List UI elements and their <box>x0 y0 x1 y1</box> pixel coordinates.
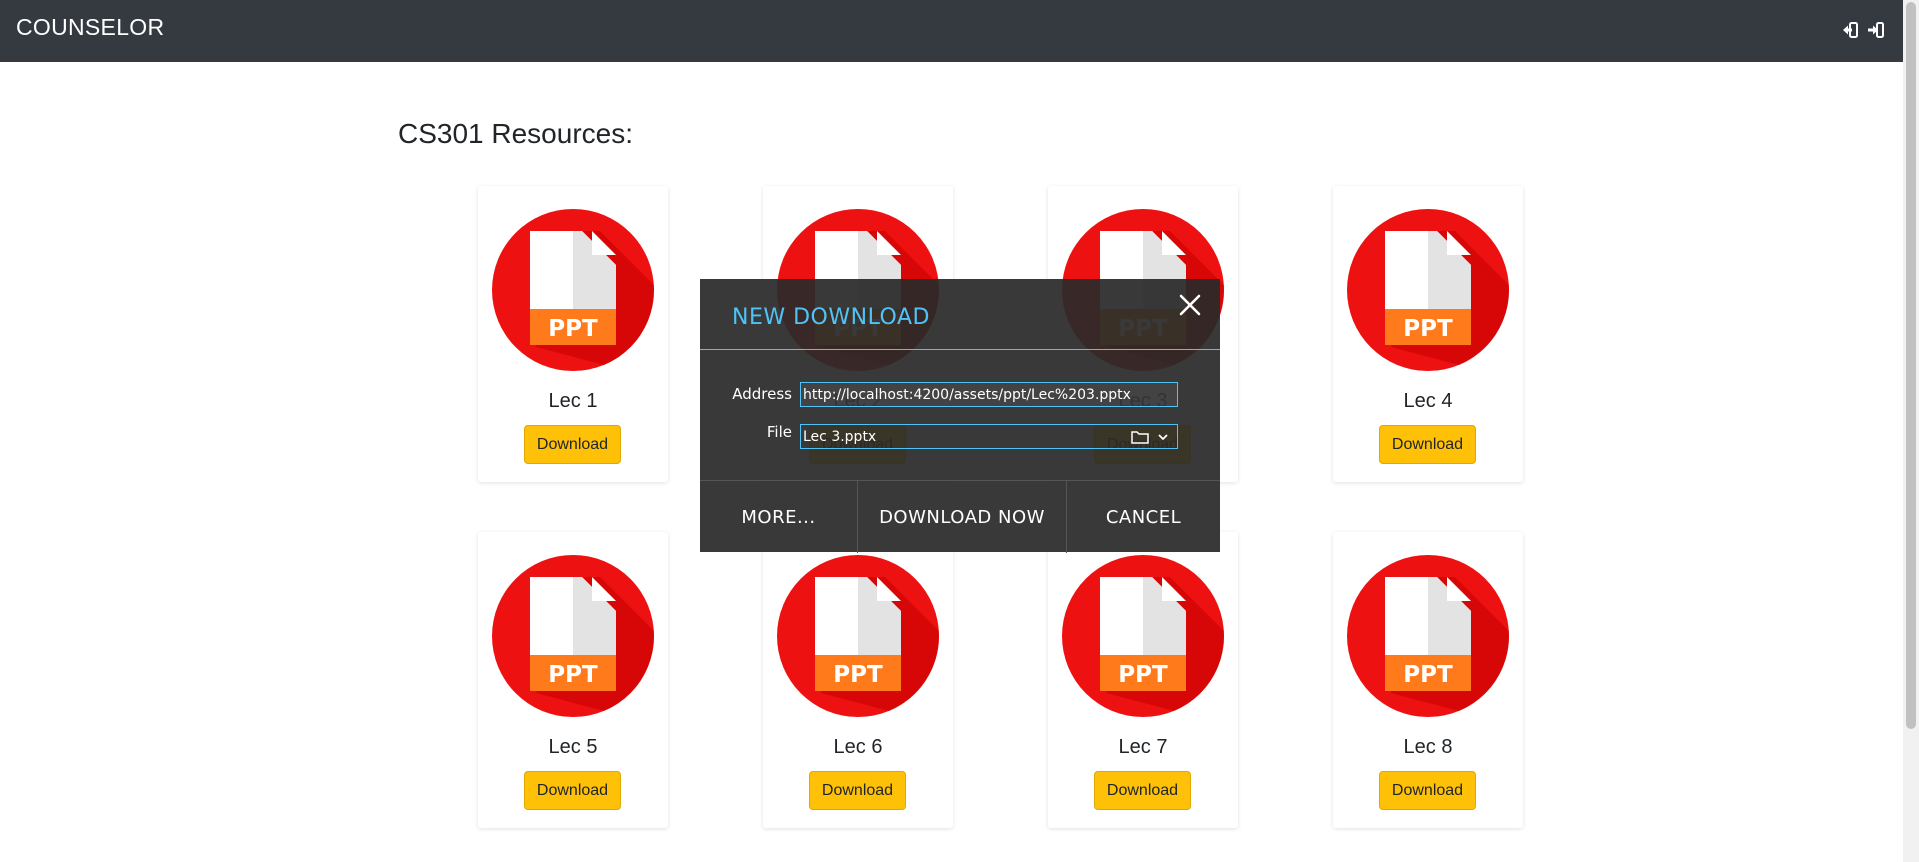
new-download-dialog: NEW DOWNLOAD Address File Lec 3.pptx MOR… <box>700 279 1220 553</box>
resource-title: Lec 1 <box>548 390 598 412</box>
download-button[interactable]: Download <box>1379 771 1476 810</box>
address-field[interactable] <box>800 382 1178 407</box>
resource-card: PPT Lec 6 Download <box>763 532 953 828</box>
top-navbar: COUNSELOR <box>0 0 1903 62</box>
dialog-divider <box>700 349 1220 350</box>
close-icon[interactable] <box>1176 291 1204 319</box>
resource-card: PPT Lec 1 Download <box>478 186 668 482</box>
nav-icon-group <box>1841 21 1885 39</box>
download-now-button[interactable]: DOWNLOAD NOW <box>858 481 1067 553</box>
resource-card: PPT Lec 7 Download <box>1048 532 1238 828</box>
brand-title[interactable]: COUNSELOR <box>16 14 164 41</box>
resource-card: PPT Lec 8 Download <box>1333 532 1523 828</box>
ppt-file-icon: PPT <box>1347 555 1509 717</box>
chevron-down-icon[interactable] <box>1157 432 1169 442</box>
more-button[interactable]: MORE... <box>700 481 858 553</box>
file-name-value[interactable]: Lec 3.pptx <box>803 429 1131 445</box>
ppt-icon-label: PPT <box>1403 662 1453 688</box>
file-field[interactable]: Lec 3.pptx <box>800 424 1178 449</box>
sign-out-icon[interactable] <box>1841 21 1859 39</box>
sign-in-icon[interactable] <box>1867 21 1885 39</box>
resource-title: Lec 8 <box>1403 736 1453 758</box>
address-label: Address <box>732 385 792 403</box>
page-title: CS301 Resources: <box>398 118 634 149</box>
ppt-file-icon: PPT <box>492 209 654 371</box>
download-button[interactable]: Download <box>524 425 621 464</box>
ppt-file-icon: PPT <box>777 555 939 717</box>
ppt-icon-label: PPT <box>548 316 598 342</box>
download-button[interactable]: Download <box>524 771 621 810</box>
scrollbar-thumb[interactable] <box>1906 2 1916 729</box>
ppt-file-icon: PPT <box>1347 209 1509 371</box>
resource-card: PPT Lec 4 Download <box>1333 186 1523 482</box>
ppt-icon-label: PPT <box>548 662 598 688</box>
download-button[interactable]: Download <box>1379 425 1476 464</box>
page-scrollbar[interactable] <box>1903 0 1919 862</box>
resource-title: Lec 7 <box>1118 736 1168 758</box>
resource-title: Lec 4 <box>1403 390 1453 412</box>
ppt-icon-label: PPT <box>1403 316 1453 342</box>
download-button[interactable]: Download <box>809 771 906 810</box>
dialog-title: NEW DOWNLOAD <box>732 305 930 330</box>
resource-title: Lec 5 <box>548 736 598 758</box>
file-tools <box>1131 430 1169 444</box>
resource-title: Lec 6 <box>833 736 883 758</box>
dialog-footer: MORE... DOWNLOAD NOW CANCEL <box>700 480 1220 553</box>
folder-icon[interactable] <box>1131 430 1149 444</box>
resource-card: PPT Lec 5 Download <box>478 532 668 828</box>
ppt-file-icon: PPT <box>492 555 654 717</box>
download-button[interactable]: Download <box>1094 771 1191 810</box>
file-label: File <box>766 423 792 441</box>
cancel-button[interactable]: CANCEL <box>1067 481 1220 553</box>
ppt-icon-label: PPT <box>1118 662 1168 688</box>
ppt-file-icon: PPT <box>1062 555 1224 717</box>
ppt-icon-label: PPT <box>833 662 883 688</box>
